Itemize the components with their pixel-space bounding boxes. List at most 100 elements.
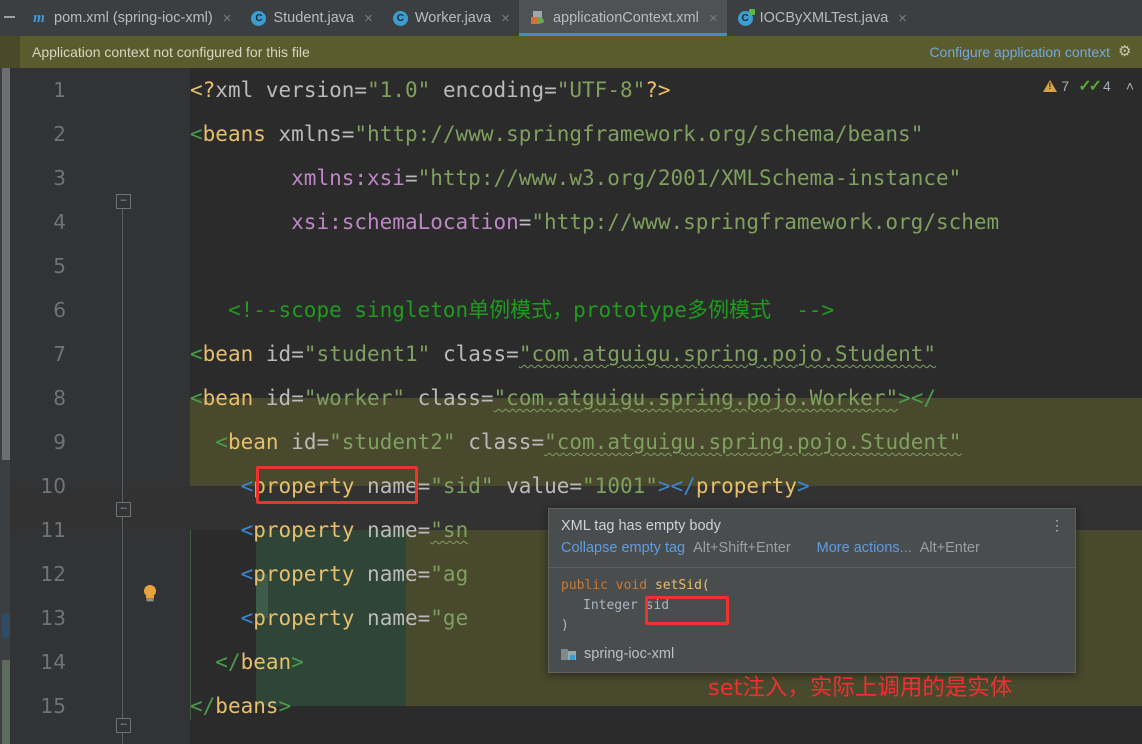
tab-label: pom.xml (spring-ioc-xml) (54, 9, 213, 26)
tab-student-java[interactable]: C Student.java × (240, 0, 382, 36)
attr-xmlns-value: "http://www.springframework.org/schema/b… (354, 122, 924, 146)
modifier-public: public (561, 578, 608, 593)
tooltip-header: XML tag has empty body ⋮ (549, 509, 1075, 536)
warning-count: 7 (1061, 78, 1070, 94)
tab-label: Worker.java (414, 9, 492, 26)
code-line-14[interactable]: </bean> (190, 640, 304, 684)
code-line-9[interactable]: <bean id="student2" class="com.atguigu.s… (190, 420, 961, 464)
bean-class-worker: "com.atguigu.spring.pojo.Worker" (493, 386, 899, 410)
code-line-6[interactable]: <!--scope singleton单例模式，prototype多例模式 --… (190, 288, 834, 332)
tag-beans: beans (202, 122, 266, 146)
tab-close-icon[interactable]: × (501, 11, 510, 26)
spring-config-icon (530, 10, 546, 26)
xml-decl-close: ?> (645, 78, 671, 102)
tag-property: property (253, 562, 355, 586)
code-line-1[interactable]: <?xml version="1.0" encoding="UTF-8"?> (190, 68, 671, 112)
bean-class-student2: "com.atguigu.spring.pojo.Student" (544, 430, 962, 454)
tab-worker-java[interactable]: C Worker.java × (381, 0, 519, 36)
attr-schema-location-value: "http://www.springframework.org/schem (531, 210, 1000, 234)
bean-id-worker: "worker" (303, 386, 405, 410)
tab-pom-xml[interactable]: m pom.xml (spring-ioc-xml) × (20, 0, 241, 36)
tab-label: IOCByXMLTest.java (759, 9, 889, 26)
ok-count: 4 (1103, 78, 1111, 94)
fold-collapse-icon[interactable]: – (116, 194, 131, 209)
editor-tab-bar: m pom.xml (spring-ioc-xml) × C Student.j… (0, 0, 1142, 36)
java-class-icon: C (392, 10, 408, 26)
xml-decl-open: <? (190, 78, 216, 102)
code-line-13[interactable]: <property name="ge (190, 596, 469, 640)
module-name: spring-ioc-xml (584, 646, 675, 662)
tag-property: property (253, 474, 355, 498)
code-line-10[interactable]: <property name="sid" value="1001"></prop… (190, 464, 810, 508)
module-folder-icon (561, 648, 576, 661)
tab-close-icon[interactable]: × (364, 11, 373, 26)
warning-triangle-icon (1043, 80, 1058, 92)
code-line-7[interactable]: <bean id="student1" class="com.atguigu.s… (190, 332, 936, 376)
collapse-empty-tag-action[interactable]: Collapse empty tag (561, 540, 685, 556)
java-test-class-icon: C (737, 8, 755, 26)
property-value-1001: "1001" (582, 474, 658, 498)
line-number: 13 (40, 606, 66, 630)
fold-collapse-icon[interactable]: – (116, 502, 131, 517)
property-name-sname: "sn (430, 518, 469, 542)
tag-property: property (253, 518, 355, 542)
java-class-icon: C (251, 10, 267, 26)
attr-version-value: "1.0" (367, 78, 431, 102)
code-line-4[interactable]: xsi:schemaLocation="http://www.springfra… (190, 200, 999, 244)
modified-block-marker (2, 660, 10, 744)
bean-class-student: "com.atguigu.spring.pojo.Student" (518, 342, 937, 366)
line-number: 7 (53, 342, 66, 366)
tab-close-icon[interactable]: × (898, 11, 907, 26)
lightbulb-intention-icon[interactable] (142, 584, 157, 603)
code-line-3[interactable]: xmlns:xsi="http://www.w3.org/2001/XMLSch… (190, 156, 961, 200)
more-options-icon[interactable]: ⋮ (1050, 518, 1064, 532)
inspection-status-widget[interactable]: 7 ✓✓ 4 ˄ (1043, 76, 1134, 96)
gear-icon[interactable]: ⚙ (1118, 44, 1134, 60)
property-name-gender: "ge (430, 606, 469, 630)
tab-label: Student.java (273, 9, 355, 26)
more-actions-link[interactable]: More actions... (817, 540, 912, 556)
line-number: 4 (53, 210, 66, 234)
tab-application-context-xml[interactable]: applicationContext.xml × (518, 0, 727, 36)
annotation-line: set注入，实际上调用的是实体 (708, 675, 1013, 701)
code-line-2[interactable]: <beans xmlns="http://www.springframework… (190, 112, 923, 156)
code-line-8[interactable]: <bean id="worker" class="com.atguigu.spr… (190, 376, 936, 420)
tab-close-icon[interactable]: × (709, 11, 718, 26)
tab-label: applicationContext.xml (552, 9, 699, 26)
configure-application-context-link[interactable]: Configure application context (929, 44, 1110, 60)
line-number: 12 (40, 562, 66, 586)
param-type-integer: Integer (583, 598, 638, 613)
attr-xmlns-xsi: xmlns:xsi (291, 166, 405, 190)
xml-comment: <!--scope singleton单例模式，prototype多例模式 --… (227, 298, 835, 322)
tag-bean: bean (202, 342, 254, 366)
caret-position-marker (2, 614, 10, 638)
fold-region-line (122, 206, 123, 744)
fold-collapse-icon[interactable]: – (116, 718, 131, 733)
attr-version: version (265, 78, 355, 102)
line-number: 2 (53, 122, 66, 146)
tab-close-icon[interactable]: × (223, 11, 232, 26)
bean-id-student2: "student2" (329, 430, 456, 454)
left-tool-stripe (0, 0, 20, 36)
method-name-setsid: setSid( (654, 578, 710, 593)
tag-property-close: property (695, 474, 797, 498)
editor-left-marker-strip[interactable] (0, 68, 10, 744)
chevron-up-icon[interactable]: ˄ (1126, 78, 1134, 94)
code-line-15[interactable]: </beans> (190, 684, 291, 728)
code-line-11[interactable]: <property name="sn (190, 508, 469, 552)
attr-xmlns: xmlns (278, 122, 342, 146)
attr-schema-location: xsi:schemaLocation (291, 210, 519, 234)
property-name-age: "ag (430, 562, 469, 586)
maven-icon: m (33, 10, 45, 26)
collapse-dash-icon[interactable] (4, 16, 15, 18)
line-number: 6 (53, 298, 66, 322)
tag-bean: bean (202, 386, 254, 410)
code-line-12[interactable]: <property name="ag (190, 552, 469, 596)
line-number: 3 (53, 166, 66, 190)
param-name-sid: sid (645, 598, 670, 613)
tab-iocbyxmltest-java[interactable]: C IOCByXMLTest.java × (726, 0, 917, 36)
line-number: 8 (53, 386, 66, 410)
line-number: 10 (40, 474, 66, 498)
tag-property: property (253, 606, 355, 630)
double-check-icon: ✓✓ (1078, 78, 1102, 95)
